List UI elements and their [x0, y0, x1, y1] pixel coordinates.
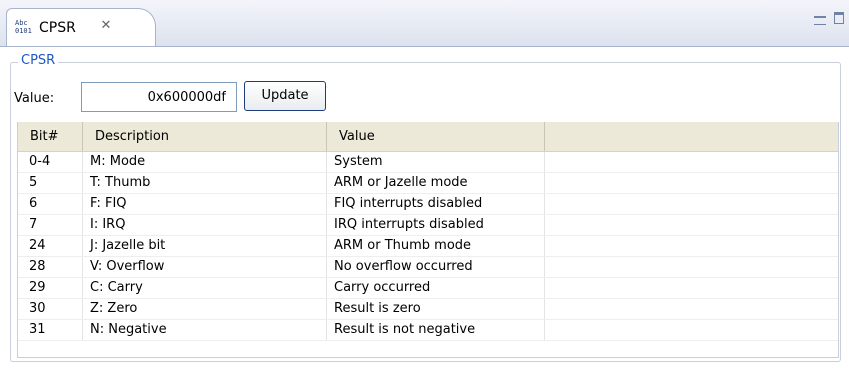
cell-empty: [545, 320, 838, 340]
table-row[interactable]: 7 I: IRQ IRQ interrupts disabled: [18, 215, 838, 236]
cell-bit: 6: [18, 194, 83, 214]
table-row[interactable]: 0-4 M: Mode System: [18, 152, 838, 173]
table-row[interactable]: 31 N: Negative Result is not negative: [18, 320, 838, 341]
cell-value: FIQ interrupts disabled: [327, 194, 545, 214]
cell-description: I: IRQ: [83, 215, 327, 235]
tab-cpsr[interactable]: Abc 0101 CPSR ✕: [6, 8, 156, 46]
group-legend: CPSR: [18, 53, 59, 68]
cell-value: No overflow occurred: [327, 257, 545, 277]
cell-description: N: Negative: [83, 320, 327, 340]
close-icon[interactable]: ✕: [99, 19, 113, 33]
update-button[interactable]: Update: [244, 81, 326, 111]
cell-bit: 0-4: [18, 152, 83, 172]
table-row[interactable]: 29 C: Carry Carry occurred: [18, 278, 838, 299]
cpsr-view: Abc 0101 CPSR ✕ CPSR Value: Update Bit# …: [0, 0, 849, 369]
column-header-value[interactable]: Value: [327, 122, 545, 151]
cell-description: J: Jazelle bit: [83, 236, 327, 256]
column-header-description[interactable]: Description: [83, 122, 327, 151]
maximize-icon[interactable]: [834, 12, 844, 24]
cell-value: Result is not negative: [327, 320, 545, 340]
cell-value: Result is zero: [327, 299, 545, 319]
table-row[interactable]: 30 Z: Zero Result is zero: [18, 299, 838, 320]
cell-description: C: Carry: [83, 278, 327, 298]
cell-empty: [545, 173, 838, 193]
cell-bit: 29: [18, 278, 83, 298]
cell-bit: 7: [18, 215, 83, 235]
tab-strip: Abc 0101 CPSR ✕: [0, 0, 849, 47]
cell-description: T: Thumb: [83, 173, 327, 193]
cell-empty: [545, 152, 838, 172]
column-header-empty: [545, 122, 838, 151]
value-label: Value:: [14, 91, 55, 106]
cell-empty: [545, 215, 838, 235]
cell-value: ARM or Jazelle mode: [327, 173, 545, 193]
cell-description: M: Mode: [83, 152, 327, 172]
cell-description: F: FIQ: [83, 194, 327, 214]
cell-value: IRQ interrupts disabled: [327, 215, 545, 235]
cell-empty: [545, 278, 838, 298]
minimize-icon[interactable]: [814, 16, 826, 25]
cell-bit: 28: [18, 257, 83, 277]
table-row[interactable]: 6 F: FIQ FIQ interrupts disabled: [18, 194, 838, 215]
table-row[interactable]: 5 T: Thumb ARM or Jazelle mode: [18, 173, 838, 194]
cell-description: Z: Zero: [83, 299, 327, 319]
cell-description: V: Overflow: [83, 257, 327, 277]
bits-table: Bit# Description Value 0-4 M: Mode Syste…: [17, 122, 839, 358]
cell-empty: [545, 194, 838, 214]
cell-empty: [545, 236, 838, 256]
tab-title: CPSR: [39, 20, 76, 36]
table-rows: 0-4 M: Mode System 5 T: Thumb ARM or Jaz…: [18, 152, 838, 341]
cell-bit: 5: [18, 173, 83, 193]
cell-value: System: [327, 152, 545, 172]
cell-bit: 31: [18, 320, 83, 340]
value-input[interactable]: [81, 82, 237, 112]
table-row[interactable]: 24 J: Jazelle bit ARM or Thumb mode: [18, 236, 838, 257]
table-row[interactable]: 28 V: Overflow No overflow occurred: [18, 257, 838, 278]
column-header-bit[interactable]: Bit#: [18, 122, 83, 151]
binary-text-icon: Abc 0101: [15, 19, 32, 35]
cell-bit: 30: [18, 299, 83, 319]
cell-value: ARM or Thumb mode: [327, 236, 545, 256]
cell-empty: [545, 299, 838, 319]
cell-empty: [545, 257, 838, 277]
cell-bit: 24: [18, 236, 83, 256]
cell-value: Carry occurred: [327, 278, 545, 298]
table-header: Bit# Description Value: [18, 122, 838, 152]
